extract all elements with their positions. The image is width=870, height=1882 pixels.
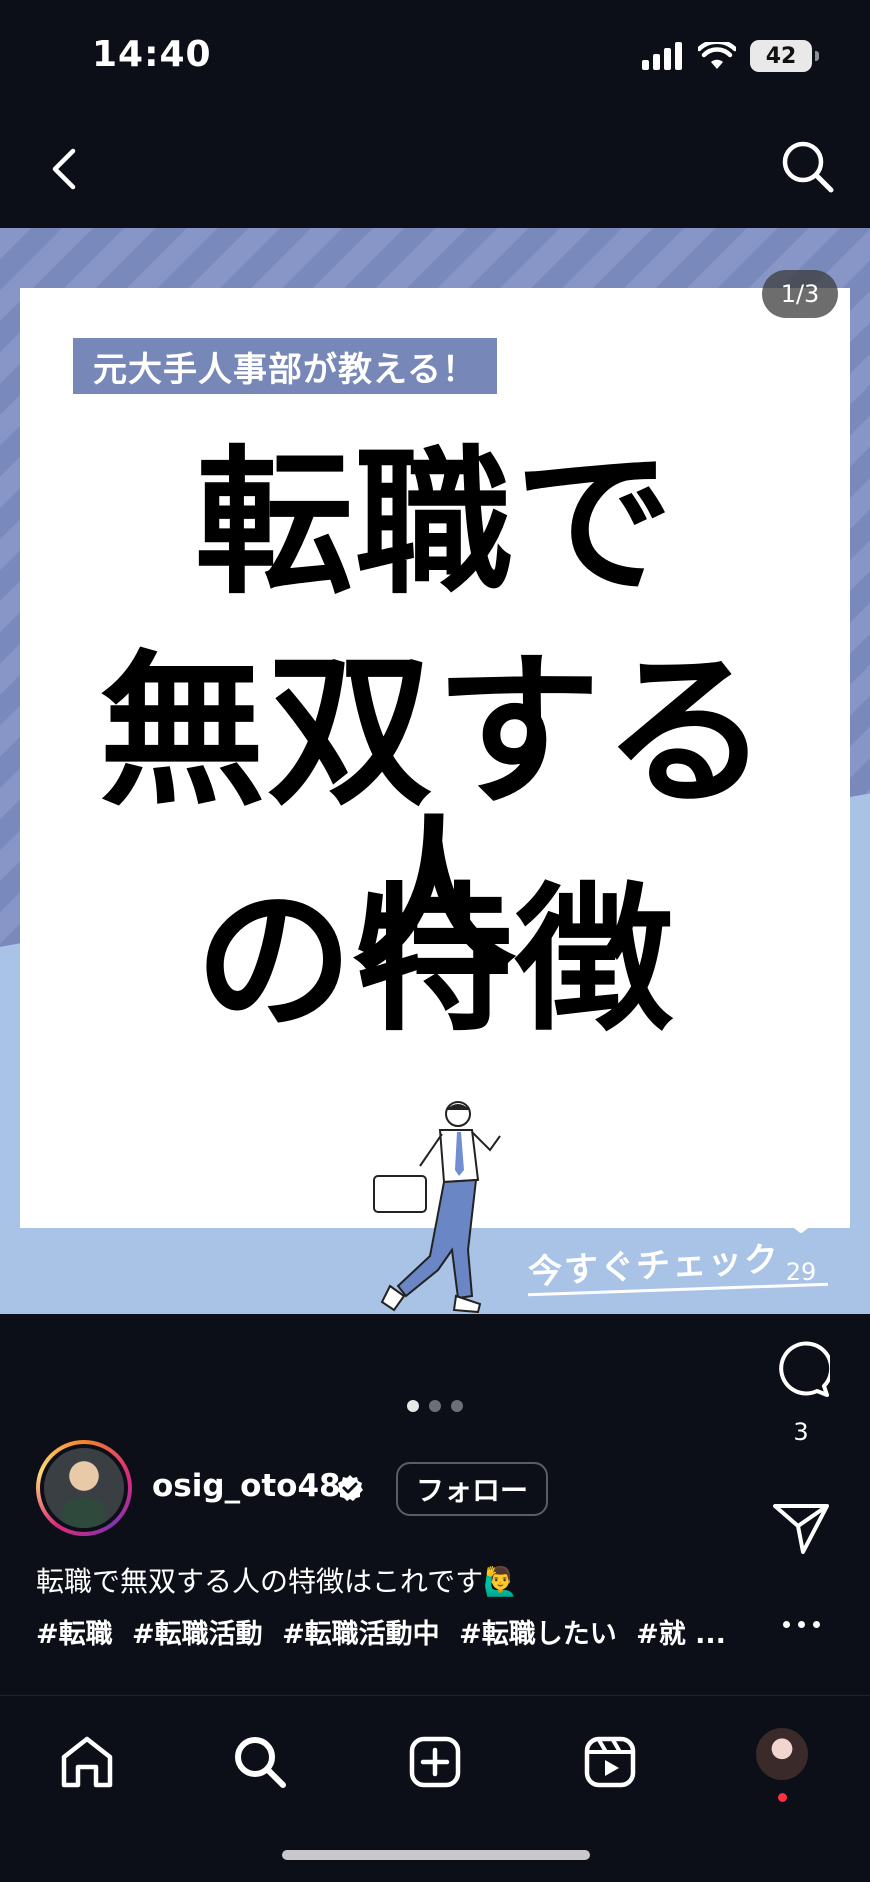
nav-create[interactable] xyxy=(403,1730,467,1794)
comment-button[interactable] xyxy=(766,1334,836,1404)
more-options-button[interactable] xyxy=(766,1604,836,1644)
status-bar: 14:40 42 xyxy=(0,0,870,115)
carousel-dot xyxy=(429,1400,441,1412)
signal-icon xyxy=(642,42,682,70)
battery-level: 42 xyxy=(765,43,797,69)
search-icon xyxy=(782,141,834,193)
send-icon xyxy=(773,1504,829,1554)
businessman-illustration xyxy=(373,1101,501,1314)
nav-home[interactable] xyxy=(55,1730,119,1794)
carousel-counter: 1/3 xyxy=(762,270,838,318)
notification-dot xyxy=(778,1793,787,1802)
like-button[interactable] xyxy=(766,1172,836,1242)
heart-icon xyxy=(771,1180,831,1233)
home-indicator xyxy=(282,1850,590,1860)
carousel-dot xyxy=(451,1400,463,1412)
top-nav xyxy=(0,115,870,225)
back-button[interactable] xyxy=(32,137,96,201)
hashtag[interactable]: #転職したい xyxy=(459,1619,617,1650)
post-tagline: 元大手人事部が教える！ xyxy=(73,338,497,394)
more-dot xyxy=(782,1620,790,1628)
create-icon xyxy=(409,1736,461,1788)
chevron-left-icon xyxy=(52,148,76,190)
carousel-dot-active xyxy=(407,1400,419,1412)
hashtag[interactable]: #転職活動 xyxy=(132,1619,263,1650)
home-icon xyxy=(61,1736,113,1788)
search-button[interactable] xyxy=(774,133,842,201)
share-button[interactable] xyxy=(766,1494,836,1564)
post-headline-line-1: 転職で xyxy=(195,432,675,616)
post-caption: 転職で無双する人の特徴はこれです🙋‍♂️ xyxy=(36,1565,519,1598)
hashtag[interactable]: #転職活動中 xyxy=(282,1619,440,1650)
battery-indicator: 42 xyxy=(750,40,819,72)
nav-profile-avatar[interactable] xyxy=(756,1728,808,1780)
wifi-icon xyxy=(698,42,736,69)
author-username[interactable]: osig_oto48 xyxy=(152,1468,341,1504)
hashtag-list: #転職 #転職活動 #転職活動中 #転職したい #就 ... xyxy=(36,1612,736,1651)
hashtag-truncated[interactable]: #就 ... xyxy=(636,1619,726,1650)
comment-count: 3 xyxy=(793,1418,809,1446)
search-icon xyxy=(235,1737,286,1788)
comment-icon xyxy=(779,1341,830,1397)
author-avatar-image xyxy=(40,1444,128,1532)
nav-search[interactable] xyxy=(228,1730,292,1794)
status-time: 14:40 xyxy=(92,34,212,75)
hashtag[interactable]: #転職 xyxy=(36,1619,113,1650)
nav-reels[interactable] xyxy=(578,1730,642,1794)
reels-icon xyxy=(584,1736,636,1788)
author-avatar[interactable] xyxy=(36,1440,132,1536)
carousel-dots xyxy=(0,1400,870,1412)
more-dot xyxy=(812,1620,820,1628)
like-count: 29 xyxy=(785,1258,817,1286)
status-icons: 42 xyxy=(642,40,819,72)
verified-badge-icon xyxy=(337,1475,363,1501)
follow-button[interactable]: フォロー xyxy=(396,1462,548,1516)
post-headline-line-3: の特徴 xyxy=(195,869,675,1053)
more-dot xyxy=(797,1620,805,1628)
